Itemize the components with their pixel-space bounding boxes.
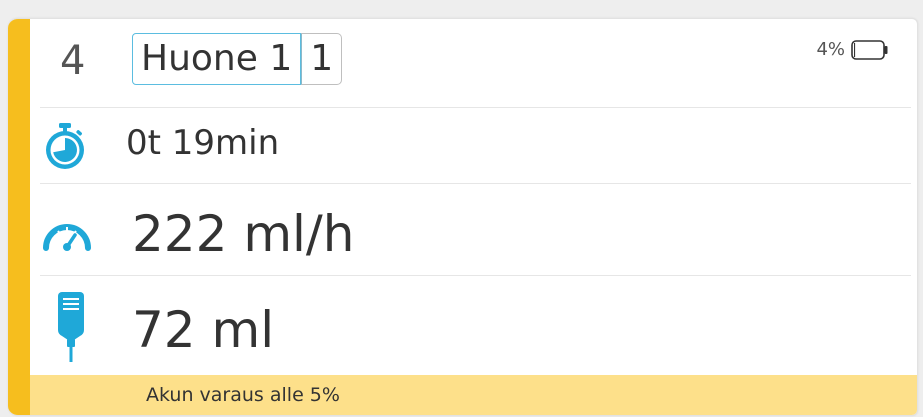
- battery-percent: 4%: [816, 39, 845, 60]
- room-name: Huone 1: [132, 33, 302, 85]
- room-selector[interactable]: Huone 1 1: [132, 33, 372, 85]
- bed-number: 1: [301, 33, 343, 85]
- battery-status: 4%: [816, 39, 889, 60]
- volume-value: 72 ml: [132, 301, 275, 359]
- volume-row: 72 ml: [40, 276, 911, 375]
- time-remaining-row: 0t 19min: [40, 108, 911, 184]
- infusion-bag-icon: [56, 290, 86, 368]
- warning-text: Akun varaus alle 5%: [146, 384, 340, 406]
- pump-card[interactable]: 4 Huone 1 1 4% 0t 19min 222 ml/h 72 ml A…: [8, 18, 918, 416]
- stopwatch-icon: [42, 122, 88, 174]
- time-remaining-value: 0t 19min: [126, 123, 280, 163]
- status-accent-bar: [8, 19, 30, 415]
- rate-row: 222 ml/h: [40, 184, 911, 276]
- speedometer-icon: [42, 214, 92, 258]
- battery-icon: [851, 39, 889, 60]
- pump-number: 4: [60, 38, 86, 84]
- rate-value: 222 ml/h: [132, 205, 355, 263]
- warning-banner: Akun varaus alle 5%: [30, 375, 917, 415]
- header-row: 4 Huone 1 1 4%: [40, 19, 911, 108]
